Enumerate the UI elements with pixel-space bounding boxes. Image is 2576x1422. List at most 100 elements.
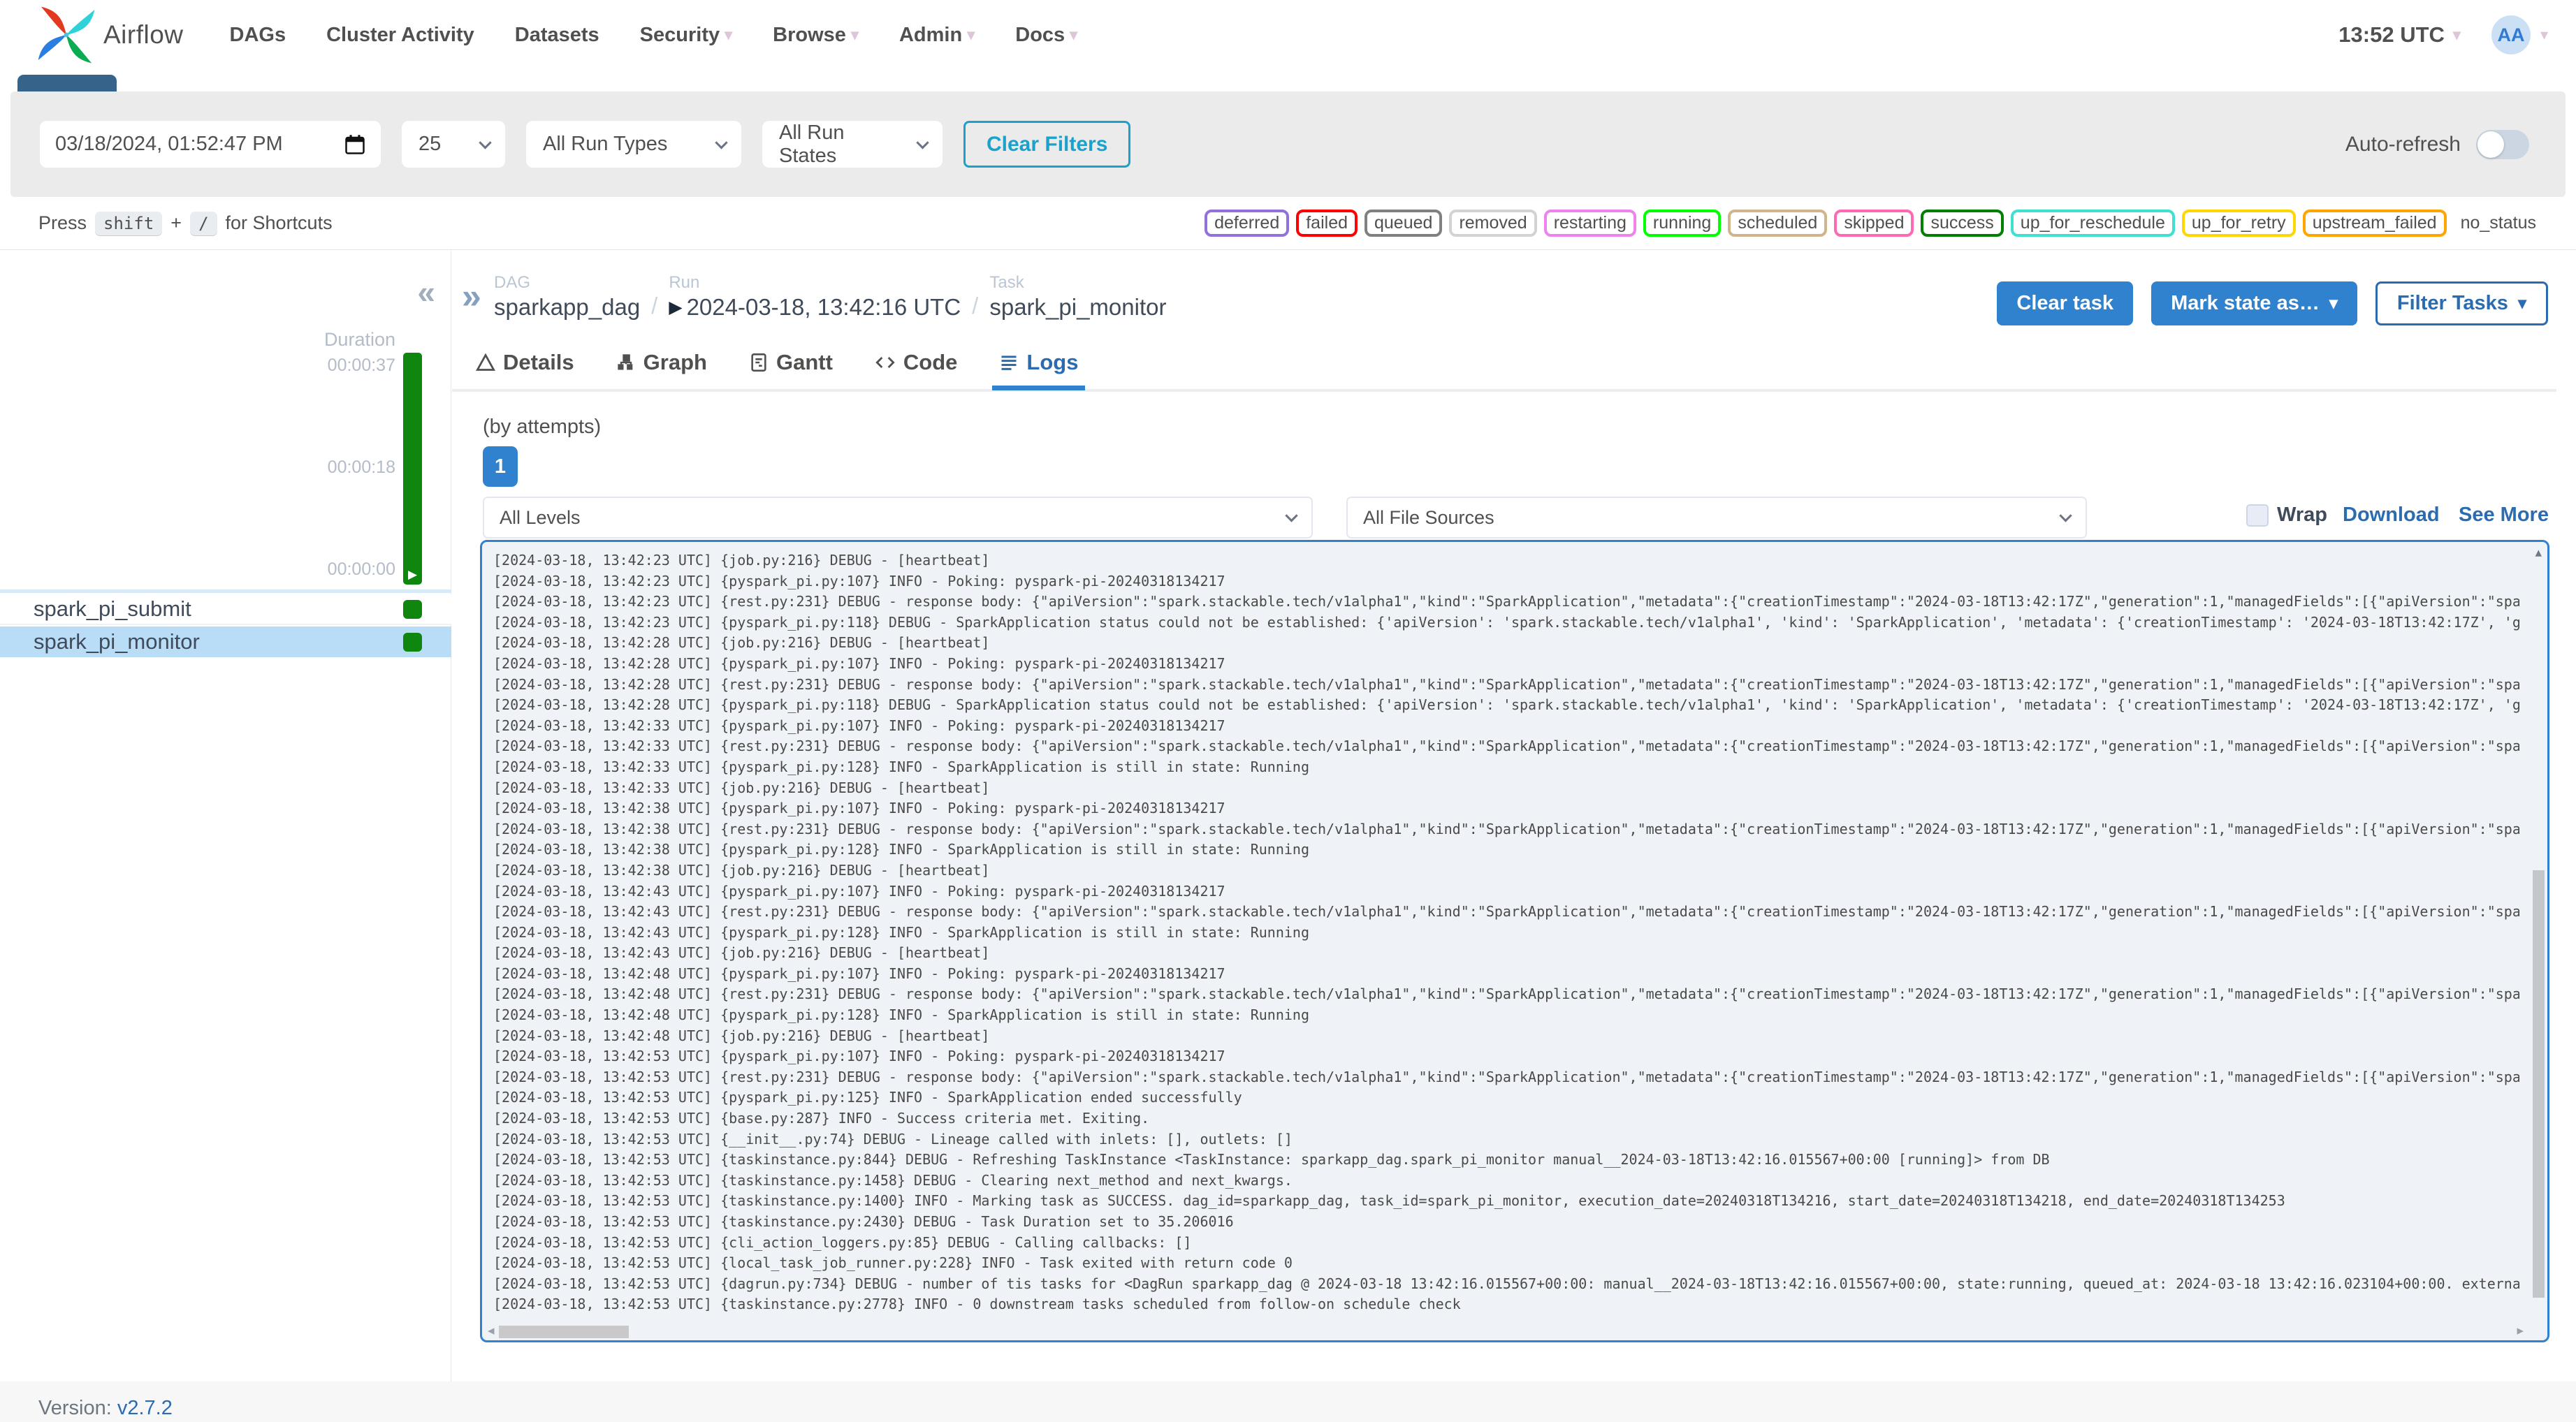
log-line: [2024-03-18, 13:42:53 UTC] {pyspark_pi.p… — [493, 1048, 1225, 1065]
top-nav: Airflow DAGs Cluster Activity Datasets S… — [0, 0, 2576, 70]
calendar-icon — [345, 134, 365, 154]
wrap-checkbox[interactable] — [2246, 504, 2269, 527]
tab-details[interactable]: Details — [476, 350, 574, 388]
scroll-right-arrow-icon[interactable]: ▸ — [2517, 1323, 2524, 1339]
duration-axis-label: Duration — [323, 329, 395, 350]
status-badge-failed[interactable]: failed — [1296, 210, 1358, 237]
auto-refresh-toggle[interactable] — [2476, 129, 2529, 159]
nav-item-datasets[interactable]: Datasets — [515, 24, 599, 47]
status-badge-success[interactable]: success — [1921, 210, 2004, 237]
filter-tasks-button[interactable]: Filter Tasks ▾ — [2375, 281, 2548, 325]
horizontal-scrollbar-thumb[interactable] — [499, 1326, 629, 1338]
breadcrumb-run: Run ▶ 2024-03-18, 13:42:16 UTC — [669, 273, 961, 321]
breadcrumb-run-value[interactable]: ▶ 2024-03-18, 13:42:16 UTC — [669, 294, 961, 321]
log-line: [2024-03-18, 13:42:38 UTC] {pyspark_pi.p… — [493, 841, 1309, 858]
wrap-control: Wrap — [2246, 504, 2327, 527]
base-date-input[interactable]: 03/18/2024, 01:52:47 PM — [40, 121, 381, 168]
tab-bar-underline — [452, 389, 2556, 392]
task-actions: Clear task Mark state as… ▾ Filter Tasks ▾ — [1997, 281, 2548, 325]
clear-filters-button[interactable]: Clear Filters — [963, 121, 1131, 168]
download-logs-link[interactable]: Download — [2343, 504, 2440, 527]
attempt-1-button[interactable]: 1 — [483, 446, 518, 487]
log-line: [2024-03-18, 13:42:48 UTC] {pyspark_pi.p… — [493, 1006, 1309, 1024]
log-line: [2024-03-18, 13:42:23 UTC] {job.py:216} … — [493, 552, 990, 569]
log-line: [2024-03-18, 13:42:28 UTC] {rest.py:231}… — [493, 675, 2519, 693]
slash-key-badge: / — [190, 211, 217, 235]
filter-bar: 03/18/2024, 01:52:47 PM 25 All Run Types… — [10, 91, 2566, 197]
nav-right: 13:52 UTC ▾ AA ▾ — [2338, 15, 2548, 54]
task-detail-panel: » DAG sparkapp_dag / Run ▶ 2024-03-18, 13… — [452, 251, 2576, 1381]
partially-hidden-button[interactable] — [17, 75, 117, 91]
task-status-square[interactable] — [403, 632, 422, 652]
chevron-down-icon: ▾ — [850, 26, 859, 43]
version-link[interactable]: v2.7.2 — [117, 1397, 173, 1419]
nav-item-admin[interactable]: Admin ▾ — [899, 24, 975, 47]
status-badge-upstream_failed[interactable]: upstream_failed — [2302, 210, 2447, 237]
breadcrumb-dag-value[interactable]: sparkapp_dag — [494, 294, 640, 321]
nav-item-browse[interactable]: Browse ▾ — [773, 24, 859, 47]
file-source-select[interactable]: All File Sources — [1346, 497, 2087, 538]
chevron-down-icon — [916, 135, 929, 149]
status-badge-restarting[interactable]: restarting — [1543, 210, 1636, 237]
log-line: [2024-03-18, 13:42:33 UTC] {job.py:216} … — [493, 779, 990, 796]
manual-run-icon: ▶ — [407, 568, 418, 581]
mark-state-as-button[interactable]: Mark state as… ▾ — [2151, 281, 2357, 325]
gantt-icon — [751, 353, 766, 372]
task-status-square[interactable] — [403, 599, 422, 619]
chevron-down-icon: ▾ — [2540, 26, 2548, 43]
log-line: [2024-03-18, 13:42:53 UTC] {taskinstance… — [493, 1296, 1461, 1313]
timezone-selector[interactable]: 13:52 UTC ▾ — [2338, 22, 2461, 47]
dag-run-duration-bar[interactable]: ▶ — [403, 353, 422, 585]
log-line: [2024-03-18, 13:42:43 UTC] {pyspark_pi.p… — [493, 923, 1309, 941]
status-badge-up_for_reschedule[interactable]: up_for_reschedule — [2010, 210, 2175, 237]
vertical-scrollbar-thumb[interactable] — [2533, 870, 2545, 1298]
tab-logs[interactable]: Logs — [992, 350, 1086, 390]
scroll-up-arrow-icon[interactable]: ▴ — [2535, 545, 2542, 561]
clear-task-button[interactable]: Clear task — [1997, 281, 2134, 325]
status-badge-removed[interactable]: removed — [1449, 210, 1537, 237]
status-badge-running[interactable]: running — [1643, 210, 1722, 237]
log-line: [2024-03-18, 13:42:28 UTC] {pyspark_pi.p… — [493, 654, 1225, 672]
nav-item-docs[interactable]: Docs ▾ — [1015, 24, 1077, 47]
airflow-pinwheel-icon — [38, 6, 95, 64]
breadcrumb-task-value[interactable]: spark_pi_monitor — [989, 294, 1166, 321]
status-badge-scheduled[interactable]: scheduled — [1728, 210, 1828, 237]
breadcrumb-separator: / — [972, 293, 979, 318]
nav-item-security[interactable]: Security ▾ — [640, 24, 733, 47]
status-badge-skipped[interactable]: skipped — [1834, 210, 1914, 237]
tab-code[interactable]: Code — [875, 350, 957, 388]
collapse-sidebar-icon[interactable]: « — [417, 276, 435, 308]
brand-name: Airflow — [103, 20, 184, 49]
status-badge-queued[interactable]: queued — [1365, 210, 1443, 237]
chart-task-divider — [0, 589, 451, 593]
toggle-knob — [2477, 131, 2504, 158]
chevron-down-icon — [2059, 509, 2072, 522]
breadcrumb: DAG sparkapp_dag / Run ▶ 2024-03-18, 13:4… — [494, 273, 1166, 321]
airflow-logo[interactable]: Airflow — [36, 5, 184, 65]
nav-item-dags[interactable]: DAGs — [230, 24, 286, 47]
log-line: [2024-03-18, 13:42:28 UTC] {pyspark_pi.p… — [493, 696, 2519, 714]
log-line: [2024-03-18, 13:42:33 UTC] {pyspark_pi.p… — [493, 717, 1225, 734]
status-badge-deferred[interactable]: deferred — [1205, 210, 1290, 237]
tab-graph[interactable]: Graph — [616, 350, 707, 388]
status-badge-up_for_retry[interactable]: up_for_retry — [2181, 210, 2296, 237]
log-line: [2024-03-18, 13:42:53 UTC] {__init__.py:… — [493, 1130, 1293, 1148]
breadcrumb-separator: / — [651, 293, 658, 318]
run-types-select[interactable]: All Run Types — [526, 121, 741, 168]
nav-item-cluster-activity[interactable]: Cluster Activity — [326, 24, 474, 47]
run-states-select[interactable]: All Run States — [762, 121, 943, 168]
log-line: [2024-03-18, 13:42:48 UTC] {pyspark_pi.p… — [493, 965, 1225, 982]
task-row-spark-pi-monitor[interactable]: spark_pi_monitor — [0, 626, 451, 657]
chevron-down-icon: ▾ — [967, 26, 975, 43]
scroll-left-arrow-icon[interactable]: ◂ — [488, 1323, 495, 1339]
user-menu[interactable]: AA ▾ — [2491, 15, 2548, 54]
log-line: [2024-03-18, 13:42:53 UTC] {base.py:287}… — [493, 1110, 1150, 1127]
log-level-select[interactable]: All Levels — [483, 497, 1313, 538]
task-row-spark-pi-submit[interactable]: spark_pi_submit — [0, 594, 451, 625]
log-line: [2024-03-18, 13:42:53 UTC] {dagrun.py:73… — [493, 1275, 2519, 1292]
log-line: [2024-03-18, 13:42:48 UTC] {rest.py:231}… — [493, 985, 2519, 1003]
manual-run-icon: ▶ — [669, 298, 683, 317]
page-size-select[interactable]: 25 — [402, 121, 505, 168]
tab-gantt[interactable]: Gantt — [749, 350, 833, 388]
see-more-link[interactable]: See More — [2459, 504, 2549, 527]
